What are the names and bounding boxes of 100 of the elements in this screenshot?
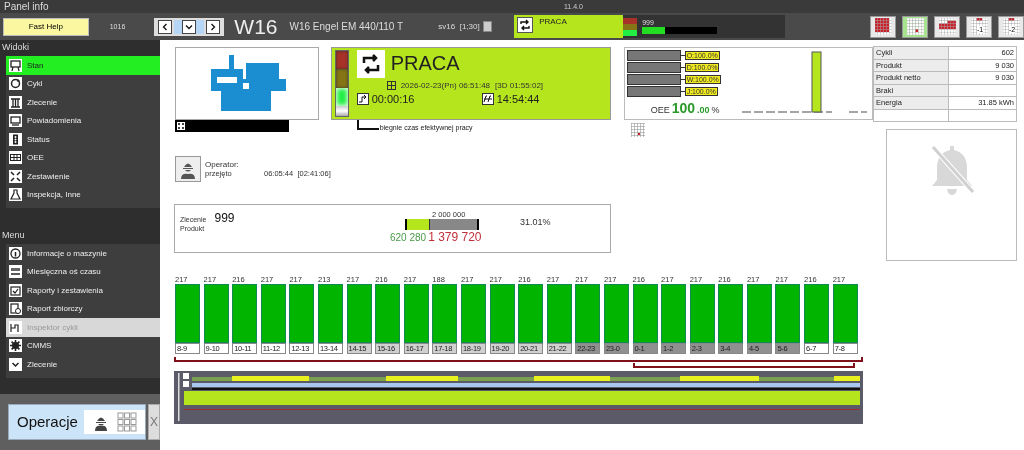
signal-tower (334, 50, 349, 117)
chevron-down-icon (9, 357, 22, 371)
screen-icon (9, 114, 22, 128)
stat-value (948, 84, 1017, 97)
hour-bar (403, 284, 429, 343)
hour-bar (603, 284, 629, 343)
sidebar-item[interactable]: CMMS (6, 336, 160, 355)
state-duration: [3D 01:55:02] (495, 81, 544, 90)
oee-value: 100 (671, 100, 695, 116)
report-icon (9, 302, 22, 316)
chevron-right-icon (209, 22, 218, 31)
start-datetime: 2026-02-23(Pn) 06:51:48 (400, 81, 491, 90)
easel-icon (9, 58, 22, 72)
flask-icon (9, 188, 22, 202)
sidebar-item[interactable]: Powiadomienia (6, 111, 160, 130)
hour-bar (689, 284, 715, 343)
sv-label: sv16 (438, 22, 456, 31)
signal-tower-icon (623, 17, 638, 36)
sidebar-item[interactable]: Raporty i zestawienia (6, 281, 160, 300)
hour-bar (518, 284, 544, 343)
columns-icon (9, 95, 22, 109)
sidebar-item[interactable]: Inspekcja, Inne (6, 185, 160, 204)
oee-bar (626, 86, 681, 97)
section-title: Widoki (1, 41, 30, 54)
calendar-icon (9, 283, 22, 297)
clock-time: 14:54:44 (496, 93, 540, 105)
operator-label: Operator: (205, 160, 240, 169)
cycle-icon (356, 50, 385, 78)
calendar-icon (386, 81, 396, 90)
order-percent: 31.01% (520, 217, 551, 229)
chart-icon (9, 320, 22, 334)
dropdown-button[interactable] (182, 19, 197, 34)
hour-bar (317, 284, 343, 343)
hour-bar (718, 284, 744, 343)
grid-icon (970, 18, 988, 35)
elapsed-time: 00:00:16 (371, 93, 415, 105)
hour-bar (489, 284, 515, 343)
hour-bar (203, 284, 229, 343)
grid-icon (906, 18, 924, 35)
next-button[interactable] (206, 19, 221, 34)
sidebar-item[interactable]: Status (6, 130, 160, 149)
view-button[interactable] (902, 15, 928, 38)
oee-bar (626, 62, 681, 73)
sidebar-item[interactable]: Informacje o maszynie (6, 244, 160, 263)
hour-bar (260, 284, 286, 343)
filled-grid-icon (874, 18, 892, 35)
produced-count: 620 280 (390, 232, 427, 243)
hour-bar (661, 284, 687, 343)
cycle-icon (9, 77, 22, 91)
hour-bar (432, 284, 458, 343)
remaining-count: 1 379 720 (428, 230, 482, 244)
worker-icon (175, 156, 201, 182)
grid-icon (117, 411, 138, 432)
machine-name: W16 Engel EM 440/110 T (289, 21, 405, 32)
timeline-icon (9, 265, 22, 279)
status-text: PRACA (539, 17, 567, 26)
hour-bar (575, 284, 601, 343)
operations-button[interactable]: Operacje (8, 403, 146, 440)
oee-unit: % (711, 105, 720, 115)
sidebar-item[interactable]: Cykl (6, 74, 160, 93)
previous-button[interactable] (158, 19, 173, 34)
hour-bar (460, 284, 486, 343)
oee-label: OEE (650, 105, 670, 115)
sidebar-item[interactable]: Stan (6, 56, 160, 75)
hour-bar (375, 284, 401, 343)
hour-bar (632, 284, 658, 343)
hour-bar (546, 284, 572, 343)
sv-value: [1;30] (459, 22, 480, 31)
section-title: Menu (1, 229, 26, 242)
close-button[interactable]: X (148, 403, 160, 440)
grid-icon (630, 123, 645, 137)
hour-bar (346, 284, 372, 343)
table-icon (9, 151, 22, 165)
sidebar-item[interactable]: Zestawienie (6, 167, 160, 186)
hour-bar (804, 284, 830, 343)
sidebar-item[interactable]: OEE (6, 148, 160, 167)
window-title: Panel info (4, 1, 50, 12)
sv-checkbox[interactable] (482, 21, 493, 32)
traffic-light-icon (9, 132, 22, 146)
view-button[interactable] (934, 15, 960, 38)
gear-icon (9, 339, 22, 353)
oee-bar (626, 50, 681, 61)
sidebar-item[interactable]: Zlecenie (6, 355, 160, 374)
oee-bar (626, 74, 681, 85)
view-button[interactable] (870, 15, 896, 38)
pulse-icon (481, 93, 494, 105)
hour-bar (746, 284, 772, 343)
sidebar-item[interactable]: Zlecenie (6, 93, 160, 112)
arrows-icon (9, 169, 22, 183)
chevron-down-icon (185, 22, 194, 31)
hour-bar (175, 284, 200, 343)
sidebar-item[interactable]: Raport zbiorczy (6, 299, 160, 318)
info-icon (9, 246, 22, 260)
grid-icon (1002, 18, 1020, 35)
chevron-left-icon (161, 22, 170, 31)
step-icon (356, 93, 369, 105)
filled-grid-icon (938, 18, 956, 35)
sidebar-item[interactable]: Miesięczna oś czasu (6, 262, 160, 281)
machine-state: PRACA (390, 52, 460, 75)
help-button[interactable]: Fast Help (3, 17, 89, 36)
